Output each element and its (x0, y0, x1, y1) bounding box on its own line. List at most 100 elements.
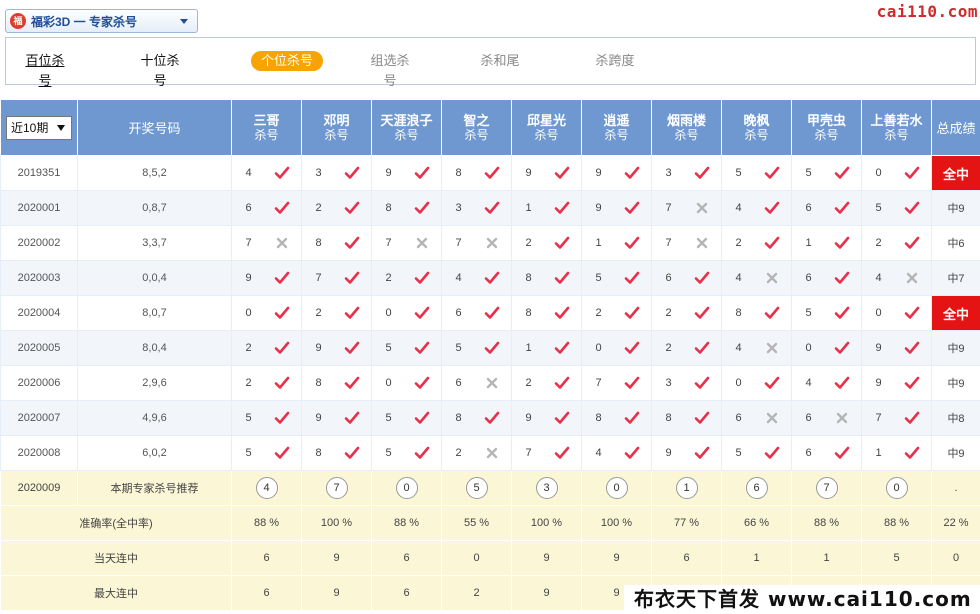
expert-sub-label: 杀号 (814, 127, 839, 142)
kill-number: 7 (455, 237, 462, 249)
kill-cell: 5 (791, 295, 862, 331)
stat-value: 9 (511, 540, 582, 576)
check-icon (274, 411, 289, 424)
kill-cell: 9 (371, 155, 442, 191)
stat-value: 2 (441, 575, 512, 611)
check-icon (414, 446, 429, 459)
period-range-select[interactable]: 近10期 (6, 115, 72, 140)
check-icon (834, 376, 849, 389)
kill-number: 6 (805, 412, 812, 424)
total-score-cell: 全中 (931, 295, 980, 331)
expert-header: 甲壳虫 杀号 (791, 99, 862, 156)
cross-icon (416, 237, 427, 249)
expert-kill-table: 近10期 开奖号码 三哥 杀号 邓明 杀号 天涯浪子 杀号 智之 杀号 邱星光 杀号 逍遥… (0, 99, 980, 611)
recommend-total: . (931, 470, 980, 506)
kill-cell: 0 (231, 295, 302, 331)
kill-number: 1 (595, 237, 602, 249)
tab-group-kill[interactable]: 组选杀号 (365, 51, 415, 88)
kill-number: 4 (735, 272, 742, 284)
lottery-type-dropdown[interactable]: 福 福彩3D 一 专家杀号 (5, 9, 198, 33)
kill-cell: 9 (301, 330, 372, 366)
kill-number: 8 (455, 167, 462, 179)
tab-hundreds-kill[interactable]: 百位杀号 (20, 51, 70, 88)
kill-cell: 5 (581, 260, 652, 296)
check-icon (904, 376, 919, 389)
check-icon (904, 341, 919, 354)
stat-value: 66 % (721, 505, 792, 541)
kill-number: 4 (875, 272, 882, 284)
kill-cell: 8 (721, 295, 792, 331)
recommend-number: 5 (465, 477, 488, 499)
recommend-number: 0 (605, 477, 628, 499)
kill-cell: 8 (511, 295, 582, 331)
kill-cell: 2 (231, 330, 302, 366)
kill-number: 2 (455, 447, 462, 459)
chevron-down-icon (180, 19, 188, 24)
kill-number: 8 (315, 377, 322, 389)
check-icon (834, 446, 849, 459)
kill-cell: 8 (651, 400, 722, 436)
total-score-cell: 中8 (931, 400, 980, 436)
kill-number: 5 (385, 447, 392, 459)
check-icon (554, 201, 569, 214)
kill-cell: 6 (441, 365, 512, 401)
kill-cell: 9 (861, 330, 932, 366)
kill-number: 2 (525, 377, 532, 389)
kill-cell: 5 (371, 435, 442, 471)
check-icon (554, 236, 569, 249)
kill-cell: 1 (511, 330, 582, 366)
stat-total: 0 (931, 540, 980, 576)
recommend-cell: 5 (441, 470, 512, 506)
kill-number: 7 (595, 377, 602, 389)
stat-value: 6 (371, 575, 442, 611)
draw-number-cell: 8,0,4 (77, 330, 232, 366)
kill-number: 7 (665, 237, 672, 249)
lottery-title: 福彩3D 一 专家杀号 (31, 14, 138, 29)
kill-number: 0 (735, 377, 742, 389)
expert-sub-label: 杀号 (604, 127, 629, 142)
tab-units-kill[interactable]: 个位杀号 (251, 51, 324, 71)
check-icon (624, 411, 639, 424)
recommend-row: 2020009 本期专家杀号推荐 4 7 0 5 3 0 1 6 7 0. (0, 470, 980, 506)
kill-cell: 3 (651, 365, 722, 401)
kill-number: 2 (385, 272, 392, 284)
check-icon (694, 376, 709, 389)
cross-icon (766, 342, 777, 354)
expert-name: 智之 (463, 112, 490, 128)
tab-tens-kill[interactable]: 十位杀号 (135, 51, 185, 88)
kill-cell: 5 (441, 330, 512, 366)
check-icon (274, 306, 289, 319)
kill-cell: 7 (441, 225, 512, 261)
kill-cell: 9 (511, 155, 582, 191)
period-range-value: 近10期 (11, 121, 49, 135)
recommend-cell: 0 (581, 470, 652, 506)
kill-cell: 6 (791, 260, 862, 296)
kill-cell: 7 (651, 190, 722, 226)
kill-cell: 2 (581, 295, 652, 331)
table-row: 2020007 4,9,6 5 9 5 8 9 8 8 6 6 7 中8 (0, 400, 980, 436)
check-icon (484, 201, 499, 214)
expert-name: 三哥 (253, 112, 280, 128)
stat-value: 100 % (581, 505, 652, 541)
check-icon (414, 376, 429, 389)
check-icon (694, 411, 709, 424)
stat-label: 当天连中 (0, 540, 232, 576)
cross-icon (766, 412, 777, 424)
kill-number: 5 (385, 342, 392, 354)
check-icon (344, 446, 359, 459)
kill-number: 8 (315, 237, 322, 249)
table-row: 2020005 8,0,4 2 9 5 5 1 0 2 4 0 9 中9 (0, 330, 980, 366)
stat-value: 9 (511, 575, 582, 611)
tab-span-kill[interactable]: 杀跨度 (595, 51, 635, 71)
check-icon (484, 341, 499, 354)
check-icon (694, 446, 709, 459)
draw-number-cell: 2,9,6 (77, 365, 232, 401)
kill-cell: 9 (651, 435, 722, 471)
stat-value: 1 (791, 540, 862, 576)
kill-cell: 7 (231, 225, 302, 261)
tab-sum-tail-kill[interactable]: 杀和尾 (480, 51, 520, 71)
kill-number: 2 (735, 237, 742, 249)
kill-number: 8 (525, 307, 532, 319)
kill-cell: 8 (301, 365, 372, 401)
kill-number: 8 (525, 272, 532, 284)
